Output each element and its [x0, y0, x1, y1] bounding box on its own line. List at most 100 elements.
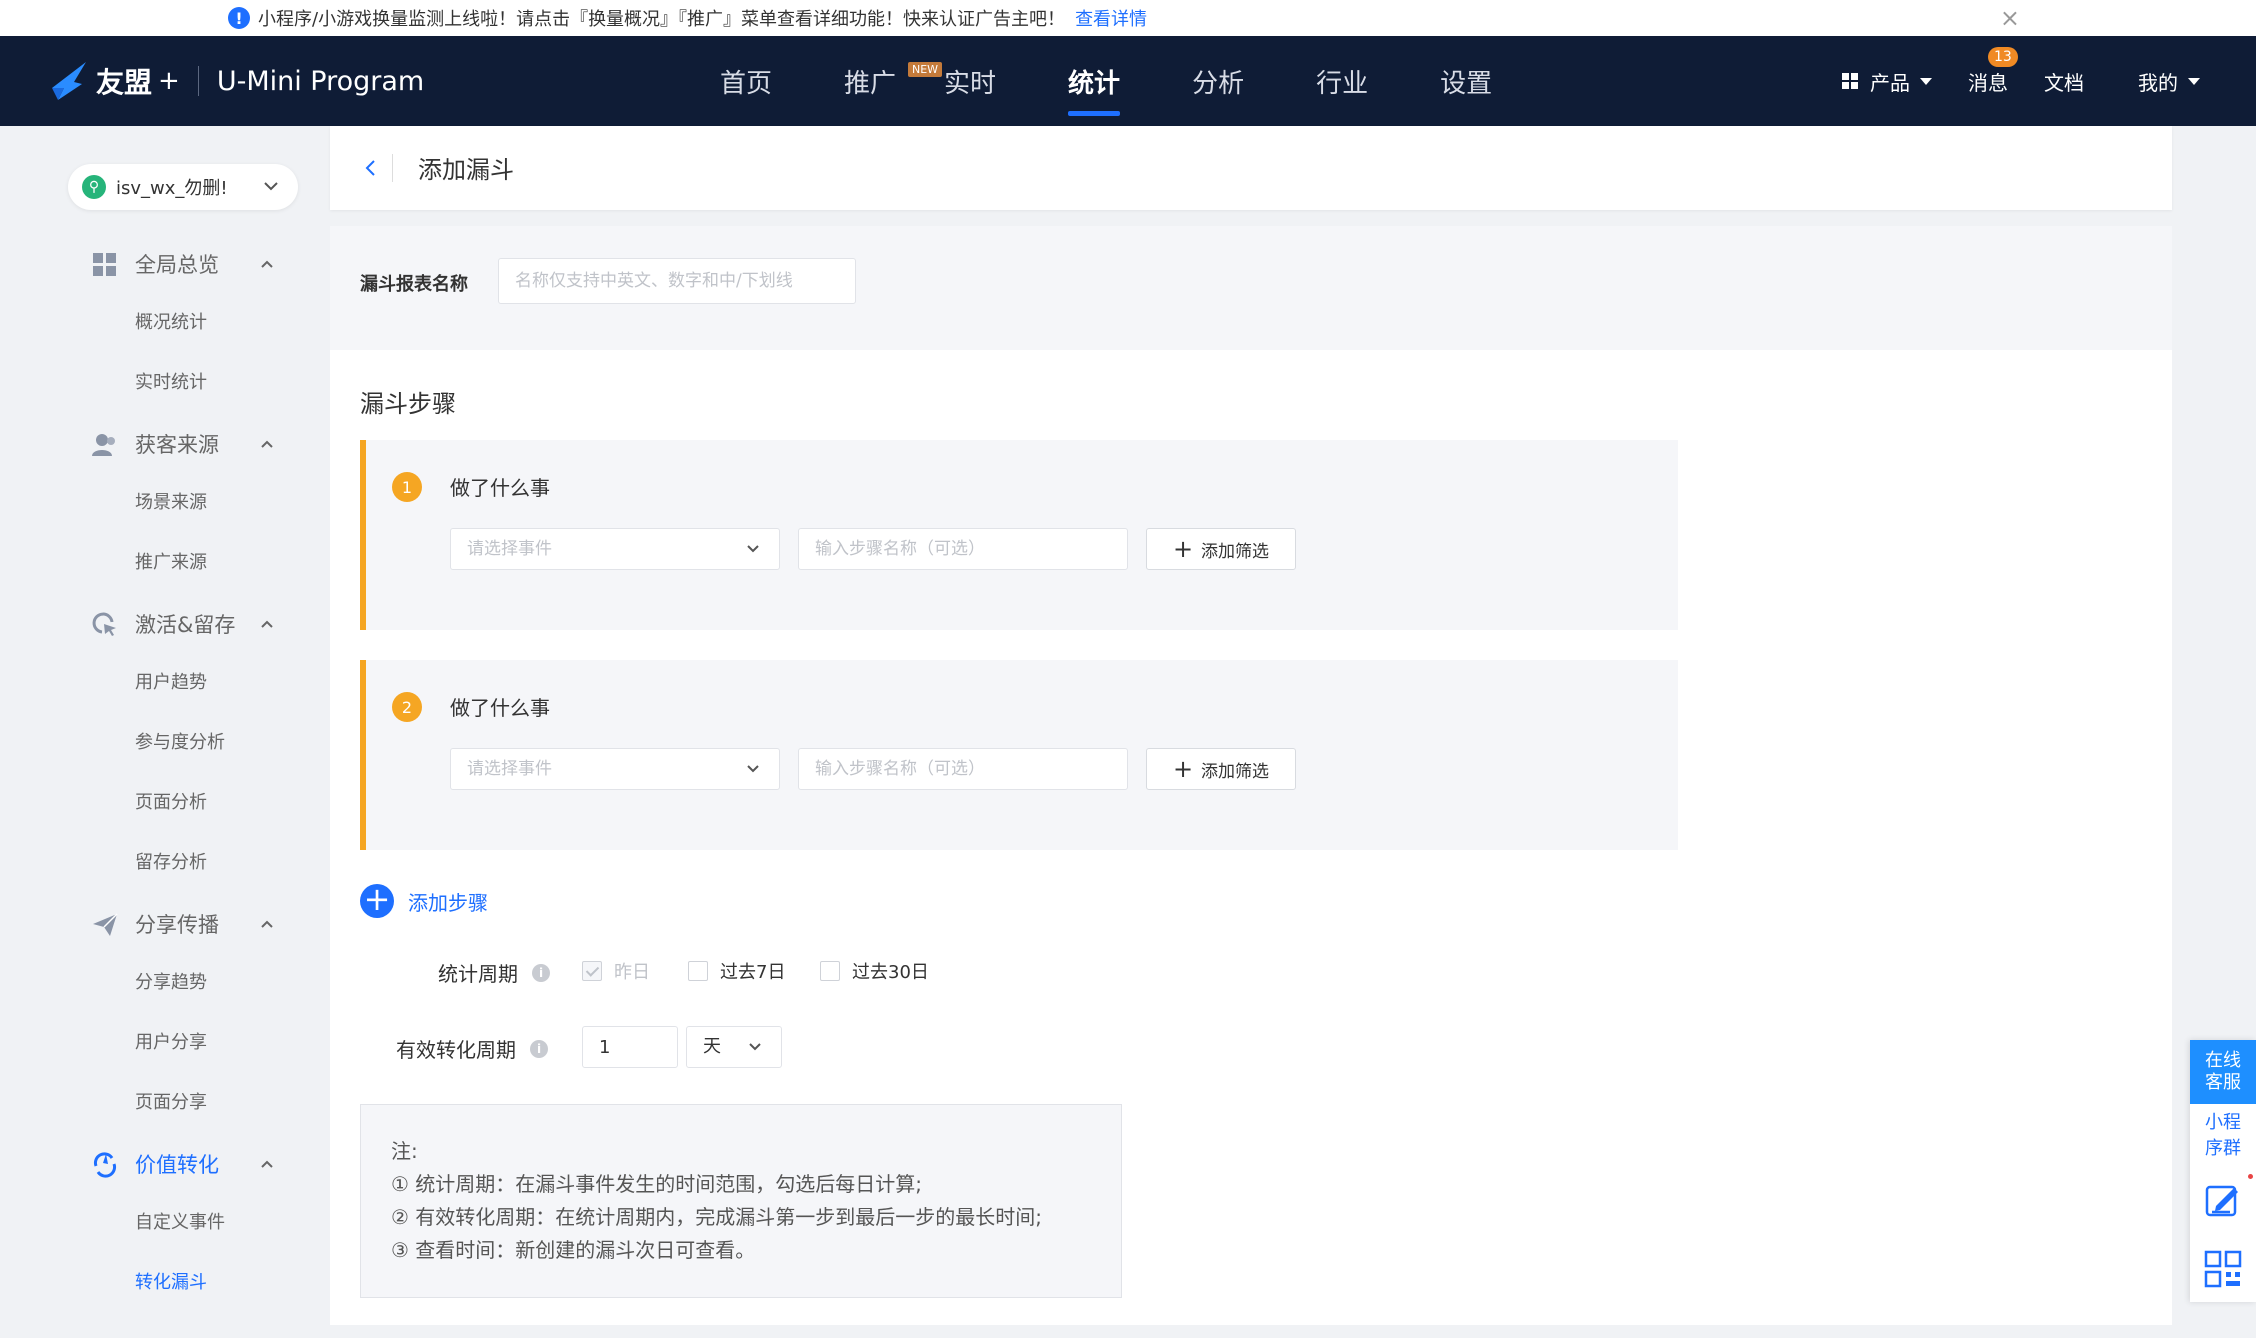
nav-analysis[interactable]: 分析: [1192, 36, 1244, 126]
step-number: 2: [392, 692, 422, 722]
nav-home[interactable]: 首页: [720, 36, 772, 126]
app-selector[interactable]: ⚲ isv_wx_勿删!: [68, 164, 298, 210]
sidebar-item-scene-source[interactable]: 场景来源: [135, 488, 207, 518]
event-select[interactable]: 请选择事件: [450, 748, 780, 790]
nav-statistics[interactable]: 统计: [1068, 36, 1121, 126]
notice-bar: ! 小程序/小游戏换量监测上线啦！请点击『换量概况』『推广』菜单查看详细功能！快…: [0, 0, 2256, 36]
period-yesterday-checkbox: 昨日: [582, 958, 650, 984]
online-service-button[interactable]: 在线客服: [2190, 1040, 2256, 1104]
qr-code-icon[interactable]: [2204, 1250, 2242, 1288]
step-name-input[interactable]: [798, 528, 1128, 570]
step-title: 做了什么事: [450, 696, 550, 720]
sidebar: ⚲ isv_wx_勿删! 全局总览 概况统计 实时统计 获客来源 场景来源 推广…: [0, 126, 310, 1338]
notice-detail-link[interactable]: 查看详情: [1075, 5, 1147, 31]
add-filter-button[interactable]: + 添加筛选: [1146, 528, 1296, 570]
sidebar-group-retention[interactable]: 激活&留存: [0, 604, 310, 644]
nav-industry[interactable]: 行业: [1316, 36, 1368, 126]
sidebar-item-overview-stats[interactable]: 概况统计: [135, 308, 207, 338]
period-30days-checkbox[interactable]: 过去30日: [820, 958, 929, 984]
note-line: ③ 查看时间：新创建的漏斗次日可查看。: [391, 1238, 756, 1262]
steps-section-title: 漏斗步骤: [360, 390, 456, 418]
checkbox-box: [582, 961, 602, 981]
sidebar-item-page-share[interactable]: 页面分享: [135, 1088, 207, 1118]
back-arrow-icon[interactable]: [362, 156, 378, 180]
plus-icon: +: [1172, 535, 1194, 563]
main-nav: 首页 推广 NEW 实时 统计 分析 行业 设置: [720, 36, 1564, 126]
sidebar-group-conversion[interactable]: 价值转化: [0, 1144, 310, 1184]
conversion-period-input[interactable]: [582, 1026, 678, 1068]
notes-box: 注: ① 统计周期：在漏斗事件发生的时间范围，勾选后每日计算; ② 有效转化周期…: [360, 1104, 1122, 1298]
notification-dot: [2248, 1174, 2253, 1179]
top-header: 友盟 + U-Mini Program 首页 推广 NEW 实时 统计 分析 行…: [0, 36, 2256, 126]
report-name-input[interactable]: [498, 258, 856, 304]
docs-link[interactable]: 文档: [2044, 67, 2084, 96]
mini-program-icon: ⚲: [82, 175, 106, 199]
sidebar-item-user-trend[interactable]: 用户趋势: [135, 668, 207, 698]
chevron-down-icon: [749, 1043, 761, 1051]
page-title: 添加漏斗: [418, 156, 514, 184]
chevron-up-icon: [261, 920, 273, 928]
logo-divider: [197, 66, 199, 96]
messages-link[interactable]: 消息 13: [1968, 46, 2018, 96]
logo[interactable]: 友盟 + U-Mini Program: [48, 58, 424, 104]
chevron-down-icon: [747, 545, 759, 553]
close-icon[interactable]: ×: [2000, 4, 2020, 32]
sidebar-item-conversion-funnel[interactable]: 转化漏斗: [135, 1268, 207, 1298]
user-menu[interactable]: 我的: [2138, 67, 2200, 96]
add-step-button[interactable]: + 添加步骤: [360, 883, 488, 918]
edit-icon[interactable]: [2204, 1182, 2242, 1220]
step-title: 做了什么事: [450, 476, 550, 500]
floating-service-panel: 在线客服 小程序群: [2190, 1040, 2256, 1302]
sidebar-item-custom-events[interactable]: 自定义事件: [135, 1208, 225, 1238]
notice-text: 小程序/小游戏换量监测上线啦！请点击『换量概况』『推广』菜单查看详细功能！快来认…: [258, 9, 1066, 30]
chevron-up-icon: [261, 260, 273, 268]
products-menu[interactable]: 产品: [1842, 67, 1932, 96]
product-name: U-Mini Program: [216, 65, 425, 97]
page-header-card: 添加漏斗: [330, 126, 2172, 210]
logo-brand: 友盟: [96, 66, 153, 99]
conversion-period-label: 有效转化周期 i: [396, 1034, 548, 1063]
sidebar-item-share-trend[interactable]: 分享趋势: [135, 968, 207, 998]
period-7days-checkbox[interactable]: 过去7日: [688, 958, 785, 984]
nav-realtime[interactable]: 实时: [944, 36, 996, 126]
info-icon[interactable]: i: [530, 1039, 548, 1058]
logo-plus: +: [158, 66, 180, 96]
event-select[interactable]: 请选择事件: [450, 528, 780, 570]
info-icon: !: [228, 7, 250, 29]
cursor-icon: [92, 612, 116, 636]
sidebar-group-share[interactable]: 分享传播: [0, 904, 310, 944]
report-name-label: 漏斗报表名称: [360, 274, 468, 295]
group-button[interactable]: 小程序群: [2190, 1110, 2256, 1162]
nav-settings[interactable]: 设置: [1440, 36, 1492, 126]
note-heading: 注:: [391, 1139, 418, 1163]
caret-down-icon: [2188, 77, 2200, 85]
nav-promotion[interactable]: 推广 NEW: [844, 36, 943, 126]
dashboard-icon: [93, 253, 116, 276]
convert-icon: [93, 1152, 117, 1178]
step-number: 1: [392, 472, 422, 502]
plus-icon: +: [1172, 755, 1194, 783]
sidebar-group-acquisition[interactable]: 获客来源: [0, 424, 310, 464]
chevron-up-icon: [261, 440, 273, 448]
chevron-up-icon: [261, 620, 273, 628]
sidebar-item-engagement[interactable]: 参与度分析: [135, 728, 225, 758]
sidebar-item-page-analysis[interactable]: 页面分析: [135, 788, 207, 818]
sidebar-item-promo-source[interactable]: 推广来源: [135, 548, 207, 578]
note-line: ② 有效转化周期：在统计周期内，完成漏斗第一步到最后一步的最长时间;: [391, 1205, 1043, 1229]
step-name-input[interactable]: [798, 748, 1128, 790]
notice-content: ! 小程序/小游戏换量监测上线啦！请点击『换量概况』『推广』菜单查看详细功能！快…: [228, 0, 1147, 36]
sidebar-item-retention-analysis[interactable]: 留存分析: [135, 848, 207, 878]
info-icon[interactable]: i: [532, 963, 550, 982]
chevron-down-icon: [747, 765, 759, 773]
conversion-unit-select[interactable]: 天: [686, 1026, 782, 1068]
chevron-down-icon: [264, 182, 278, 191]
report-name-row: 漏斗报表名称: [330, 226, 2172, 350]
caret-down-icon: [1920, 77, 1932, 85]
send-icon: [93, 913, 118, 936]
sidebar-group-overview[interactable]: 全局总览: [0, 244, 310, 284]
title-divider: [392, 154, 393, 182]
sidebar-item-realtime-stats[interactable]: 实时统计: [135, 368, 207, 398]
sidebar-item-user-share[interactable]: 用户分享: [135, 1028, 207, 1058]
add-filter-button[interactable]: + 添加筛选: [1146, 748, 1296, 790]
chevron-up-icon: [261, 1160, 273, 1168]
